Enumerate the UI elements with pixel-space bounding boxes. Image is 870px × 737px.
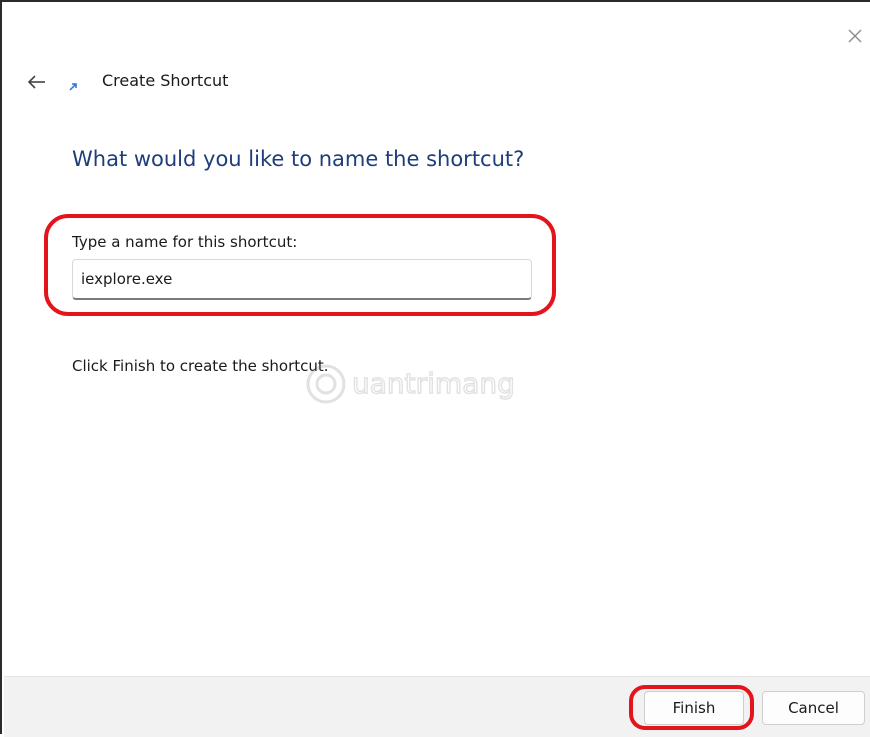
instruction-text: Click Finish to create the shortcut. [72,357,329,375]
back-button[interactable] [22,68,52,96]
window-title: Create Shortcut [102,71,229,90]
shortcut-name-input[interactable] [72,259,532,300]
close-icon [848,29,862,43]
create-shortcut-dialog: Create Shortcut What would you like to n… [0,0,870,737]
close-button[interactable] [840,22,870,50]
back-arrow-icon [27,75,45,89]
name-field-label: Type a name for this shortcut: [72,233,298,251]
finish-button[interactable]: Finish [644,691,744,725]
cancel-button[interactable]: Cancel [762,691,865,725]
svg-text:uantrimang: uantrimang [352,367,515,400]
page-heading: What would you like to name the shortcut… [72,147,525,171]
shortcut-icon [67,81,79,93]
watermark-logo: uantrimang [306,364,516,404]
